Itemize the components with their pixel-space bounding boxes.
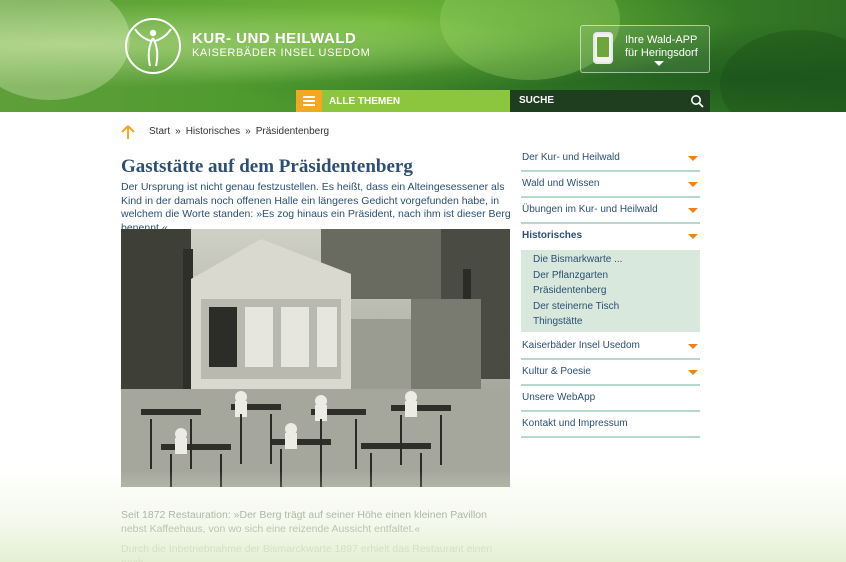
page-title: Gaststätte auf dem Präsidentenberg [121, 156, 413, 177]
up-arrow-icon[interactable] [121, 125, 135, 139]
menu-icon[interactable] [296, 90, 322, 112]
search-icon[interactable] [690, 94, 704, 108]
sidebar-subitem-steinerne-tisch[interactable]: Der steinerne Tisch [521, 299, 700, 315]
header-foliage [0, 0, 130, 100]
site-header: KUR- UND HEILWALD KAISERBÄDER INSEL USED… [0, 0, 846, 112]
app-promo-text: Ihre Wald-APP für Heringsdorf [625, 34, 698, 59]
breadcrumb-start[interactable]: Start [149, 126, 170, 137]
phone-app-icon [593, 32, 613, 64]
sidebar-item-kur-und-heilwald[interactable]: Der Kur- und Heilwald [521, 146, 700, 172]
sidebar-subitem-praesidentenberg[interactable]: Präsidentenberg [521, 283, 700, 299]
historic-photo [121, 229, 510, 487]
chevron-down-icon[interactable] [688, 208, 698, 213]
chevron-down-icon [654, 61, 664, 66]
paragraph-restauration: Seit 1872 Restauration: »Der Berg trägt … [121, 509, 487, 535]
paragraph-bismarckwarte: Durch die Inbetriebnahme der Bismarckwar… [121, 543, 493, 562]
sidebar-subitem-bismarkwarte[interactable]: Die Bismarkwarte ... [521, 252, 700, 268]
sidebar-item-kultur-poesie[interactable]: Kultur & Poesie [521, 360, 700, 386]
chevron-down-icon[interactable] [688, 182, 698, 187]
header-foliage [720, 30, 846, 112]
sidebar-item-wald-und-wissen[interactable]: Wald und Wissen [521, 172, 700, 198]
chevron-down-icon[interactable] [688, 343, 698, 349]
search-bar[interactable]: SUCHE [510, 90, 710, 112]
tree-logo-icon[interactable] [124, 17, 182, 75]
chevron-down-icon[interactable] [688, 369, 698, 375]
sidebar-item-webapp[interactable]: Unsere WebApp [521, 386, 700, 412]
brand-subtitle[interactable]: KAISERBÄDER INSEL USEDOM [192, 47, 370, 59]
breadcrumb-current: Präsidentenberg [255, 126, 330, 137]
sidebar-item-kaiserbaeder[interactable]: Kaiserbäder Insel Usedom [521, 334, 700, 360]
sidebar-subitem-pflanzgarten[interactable]: Der Pflanzgarten [521, 268, 700, 284]
sidebar-subitem-thingstaette[interactable]: Thingstätte [521, 314, 700, 330]
wald-app-button[interactable]: Ihre Wald-APP für Heringsdorf [580, 25, 710, 73]
chevron-down-icon[interactable] [688, 234, 698, 239]
chevron-down-icon[interactable] [688, 156, 698, 161]
sidebar-item-uebungen[interactable]: Übungen im Kur- und Heilwald [521, 198, 700, 224]
sidebar-nav: Der Kur- und Heilwald Wald und Wissen Üb… [521, 146, 700, 438]
brand-title[interactable]: KUR- UND HEILWALD [192, 30, 356, 47]
sidebar-item-historisches[interactable]: Historisches [521, 224, 700, 250]
sidebar-submenu-historisches: Die Bismarkwarte ... Der Pflanzgarten Pr… [521, 250, 700, 332]
search-label: SUCHE [519, 95, 555, 106]
sidebar-item-kontakt[interactable]: Kontakt und Impressum [521, 412, 700, 438]
all-themes-menu[interactable]: ALLE THEMEN [296, 90, 510, 112]
all-themes-label: ALLE THEMEN [329, 96, 401, 107]
intro-paragraph: Der Ursprung ist nicht genau festzustell… [121, 181, 511, 234]
breadcrumb-historisches[interactable]: Historisches [186, 126, 240, 137]
